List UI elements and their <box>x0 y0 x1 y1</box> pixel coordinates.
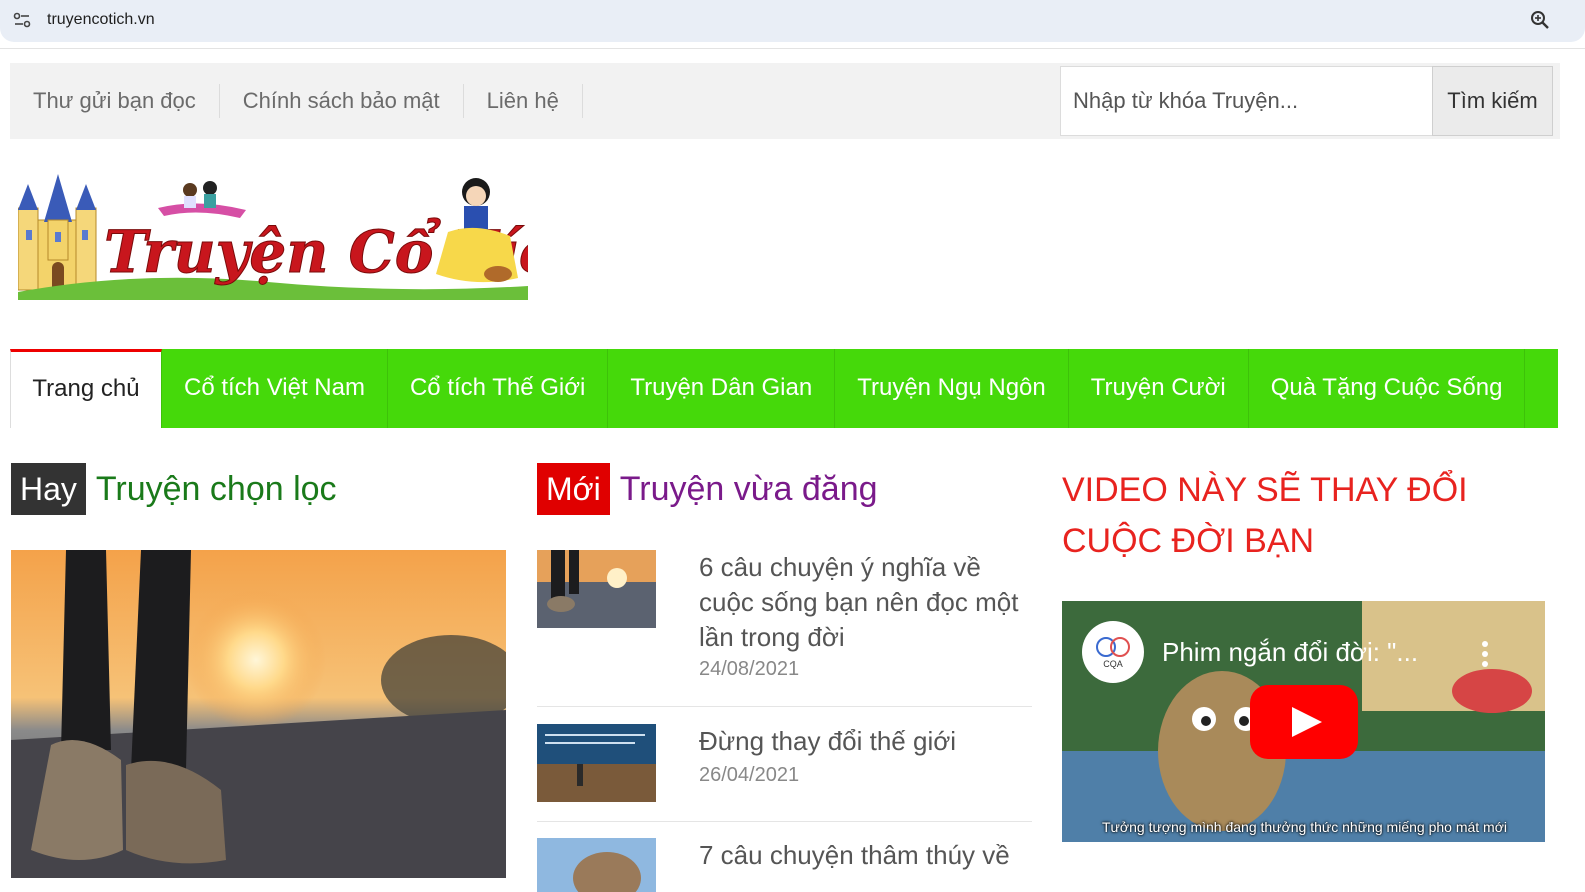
channel-logo-icon: CQA <box>1096 637 1130 669</box>
zoom-icon[interactable] <box>1530 10 1550 30</box>
latest-tag: Mới <box>537 463 610 515</box>
url-text[interactable]: truyencotich.vn <box>47 11 155 29</box>
top-links: Thư gửi bạn đọc Chính sách bảo mật Liên … <box>10 63 583 139</box>
story-title-link[interactable]: 7 câu chuyện thâm thúy về <box>699 838 1032 873</box>
play-button-icon[interactable] <box>1250 685 1358 759</box>
story-date: 26/04/2021 <box>699 764 800 786</box>
nav-item-world-fairytales[interactable]: Cổ tích Thế Giới <box>388 349 609 428</box>
top-link-letter-to-readers[interactable]: Thư gửi bạn đọc <box>10 84 220 118</box>
story-thumbnail[interactable] <box>537 550 656 628</box>
featured-heading: Hay Truyện chọn lọc <box>11 463 337 515</box>
top-bar: Thư gửi bạn đọc Chính sách bảo mật Liên … <box>10 63 1560 139</box>
video-heading: VIDEO NÀY SẼ THAY ĐỔI CUỘC ĐỜI BẠN <box>1062 471 1468 560</box>
nav-item-life-gifts[interactable]: Quà Tặng Cuộc Sống <box>1249 349 1526 428</box>
nav-item-fables[interactable]: Truyện Ngụ Ngôn <box>835 349 1069 428</box>
story-title-link[interactable]: 6 câu chuyện ý nghĩa về cuộc sống bạn nê… <box>699 550 1039 655</box>
list-item[interactable]: 7 câu chuyện thâm thúy về <box>537 838 1032 892</box>
more-options-icon[interactable] <box>1480 639 1490 669</box>
main-navigation: Trang chủ Cổ tích Việt Nam Cổ tích Thế G… <box>10 349 1558 428</box>
top-link-privacy-policy[interactable]: Chính sách bảo mật <box>220 84 464 118</box>
featured-tag: Hay <box>11 463 86 515</box>
magic-carpet-icon <box>158 181 246 218</box>
browser-divider <box>0 48 1585 49</box>
svg-text:CQA: CQA <box>1103 659 1123 669</box>
story-title-link[interactable]: Đừng thay đổi thế giới <box>699 724 1039 759</box>
featured-title[interactable]: Truyện chọn lọc <box>96 470 337 509</box>
nav-item-funny-stories[interactable]: Truyện Cười <box>1069 349 1249 428</box>
search-input[interactable]: Nhập từ khóa Truyện... <box>1060 66 1433 136</box>
list-divider <box>537 821 1032 822</box>
site-logo[interactable]: Truyện Cổ Tích <box>18 170 528 300</box>
youtube-video-embed[interactable]: CQA Phim ngắn đổi đời: "... Tưởng tượng … <box>1062 601 1545 842</box>
channel-avatar[interactable]: CQA <box>1082 621 1144 683</box>
castle-icon <box>18 174 97 291</box>
site-settings-icon[interactable] <box>12 10 32 30</box>
story-thumbnail[interactable] <box>537 724 656 802</box>
list-divider <box>537 706 1032 707</box>
list-item[interactable]: Đừng thay đổi thế giới 26/04/2021 <box>537 724 1032 804</box>
story-date: 24/08/2021 <box>699 658 800 680</box>
nav-item-folk-tales[interactable]: Truyện Dân Gian <box>608 349 836 428</box>
video-title[interactable]: Phim ngắn đổi đời: "... <box>1162 637 1418 668</box>
featured-story-image[interactable] <box>11 550 506 878</box>
latest-title[interactable]: Truyện vừa đăng <box>620 470 878 509</box>
nav-item-vietnam-fairytales[interactable]: Cổ tích Việt Nam <box>162 349 388 428</box>
list-item[interactable]: 6 câu chuyện ý nghĩa về cuộc sống bạn nê… <box>537 550 1032 680</box>
browser-address-bar: truyencotich.vn <box>0 0 1585 42</box>
nav-item-home[interactable]: Trang chủ <box>10 349 162 428</box>
top-link-contact[interactable]: Liên hệ <box>464 84 583 118</box>
latest-heading: Mới Truyện vừa đăng <box>537 463 878 515</box>
story-thumbnail[interactable] <box>537 838 656 892</box>
search-button[interactable]: Tìm kiếm <box>1432 66 1553 136</box>
video-subtitle: Tưởng tượng mình đang thưởng thức những … <box>1102 819 1508 835</box>
